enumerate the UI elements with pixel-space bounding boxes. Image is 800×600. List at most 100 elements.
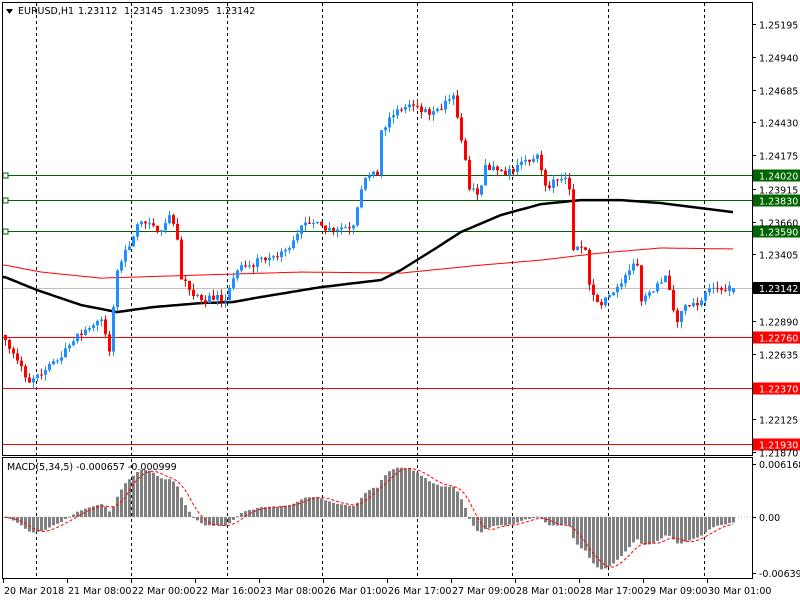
macd-histogram-bar [112,506,115,517]
macd-histogram-bar [376,487,379,517]
candle-body [148,223,151,225]
candle-body [180,239,183,280]
candle-body [336,229,339,231]
level-anchor-square-icon[interactable] [2,228,9,235]
candle-body [168,215,171,224]
candle-body [604,297,607,306]
candle-body [232,278,235,288]
candle [380,130,383,178]
candle-body [420,106,423,113]
macd-histogram-bar [464,507,467,517]
macd-histogram-bar [180,497,183,517]
candle-body [104,319,107,335]
macd-histogram-bar [276,506,279,517]
macd-histogram-bar [44,517,47,530]
macd-histogram-bar [360,497,363,517]
ohlc-high: 1.23145 [124,6,163,17]
level-anchor-square-icon[interactable] [2,197,9,204]
candle-body [672,289,675,311]
macd-histogram-bar [268,506,271,517]
macd-histogram-bar [592,517,595,564]
price-tick-label: 1.22890 [759,318,798,329]
macd-histogram-bar [312,497,315,517]
macd-histogram-bar [436,484,439,517]
macd-histogram-bar [140,470,143,517]
level-anchor-square-icon[interactable] [2,172,9,179]
candle-body [684,305,687,311]
macd-histogram-bar [516,517,519,523]
candle-body [612,292,615,296]
candle-body [140,221,143,225]
macd-histogram-bar [52,517,55,526]
candle-body [480,185,483,195]
candle-body [240,265,243,271]
macd-histogram-bar [456,491,459,517]
macd-histogram-bar [60,517,63,522]
candle [132,235,135,247]
price-tick-label: 1.22635 [759,351,798,362]
candle-body [700,300,703,306]
candle-body [640,265,643,302]
green-level-price: 1.24020 [759,172,798,183]
candle-body [196,295,199,297]
price-tick-label: 1.22125 [759,416,798,427]
price-tick-label: 1.23915 [759,186,798,197]
candle [640,264,643,307]
macd-histogram-bar [172,481,175,517]
macd-histogram-bar [204,517,207,526]
macd-histogram-bar [572,517,575,539]
candle-body [356,207,359,226]
macd-histogram-bar [644,517,647,545]
candle-body [380,130,383,176]
candle-body [152,223,155,226]
candle-body [204,300,207,303]
candle-body [120,261,123,271]
candle-body [596,294,599,303]
candle-body [696,302,699,306]
macd-histogram-bar [124,483,127,517]
macd-histogram-bar [284,505,287,517]
candle-body [712,287,715,289]
candle-body [192,289,195,297]
candle-body [516,164,519,172]
symbol-label: EURUSD,H1 [18,6,74,17]
candle [116,268,119,311]
candle-body [372,171,375,176]
candle [596,293,599,303]
candle-body [28,377,31,383]
time-tick-label: 27 Mar 09:00 [452,586,515,597]
candle-body [144,221,147,224]
candle [180,236,183,280]
macd-histogram-bar [148,470,151,517]
candle-body [484,164,487,186]
macd-histogram-bar [716,517,719,526]
macd-histogram-bar [340,504,343,517]
candle-body [580,246,583,248]
macd-histogram-bar [332,502,335,517]
candle-body [68,345,71,349]
macd-axis-label: -0.006394 [759,569,800,580]
macd-histogram-bar [588,517,591,558]
time-tick-label: 26 Mar 01:00 [324,586,387,597]
candle-body [92,325,95,328]
candle-body [176,223,179,240]
macd-histogram-bar [168,479,171,517]
candle-body [536,154,539,159]
price-tick-label: 1.23405 [759,251,798,262]
macd-histogram-bar [328,501,331,517]
macd-histogram-bar [120,489,123,517]
macd-histogram-bar [108,511,111,517]
candle-body [20,360,23,367]
macd-histogram-bar [684,517,687,542]
candle-body [732,288,735,293]
chart-header: EURUSD,H1 1.23112 1.23145 1.23095 1.2314… [6,6,255,17]
candle-body [364,177,367,190]
candle-body [52,361,55,365]
macd-histogram-bar [636,517,639,540]
macd-histogram-bar [396,467,399,517]
candle-body [428,109,431,115]
macd-histogram-bar [344,504,347,517]
candle-body [80,333,83,335]
candle-body [620,283,623,287]
price-chart[interactable]: 1.240201.238301.235901.227601.223701.219… [0,0,800,600]
